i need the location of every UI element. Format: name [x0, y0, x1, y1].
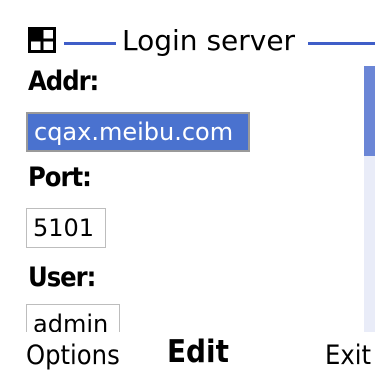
addr-input[interactable]: cqax.meibu.com [26, 112, 250, 152]
exit-softkey[interactable]: Exit [325, 336, 371, 376]
addr-label: Addr: [28, 66, 99, 97]
port-label: Port: [28, 162, 92, 193]
edit-softkey[interactable]: Edit [167, 332, 229, 372]
page-title: Login server [122, 24, 296, 57]
scrollbar-thumb[interactable] [364, 66, 375, 156]
title-divider-right [308, 42, 375, 45]
login-server-form: Addr: cqax.meibu.com Port: 5101 User: ad… [24, 66, 363, 332]
user-label: User: [28, 262, 96, 293]
user-input[interactable]: admin [26, 304, 120, 332]
screen-frame-top [0, 0, 375, 16]
title-divider-left [64, 42, 116, 45]
vertical-scrollbar[interactable] [364, 66, 375, 332]
app-window-icon [28, 27, 56, 53]
title-bar: Login server [24, 22, 375, 64]
options-softkey[interactable]: Options [26, 336, 120, 376]
softkey-bar: Options Edit Exit [0, 332, 375, 381]
port-input[interactable]: 5101 [26, 208, 106, 248]
